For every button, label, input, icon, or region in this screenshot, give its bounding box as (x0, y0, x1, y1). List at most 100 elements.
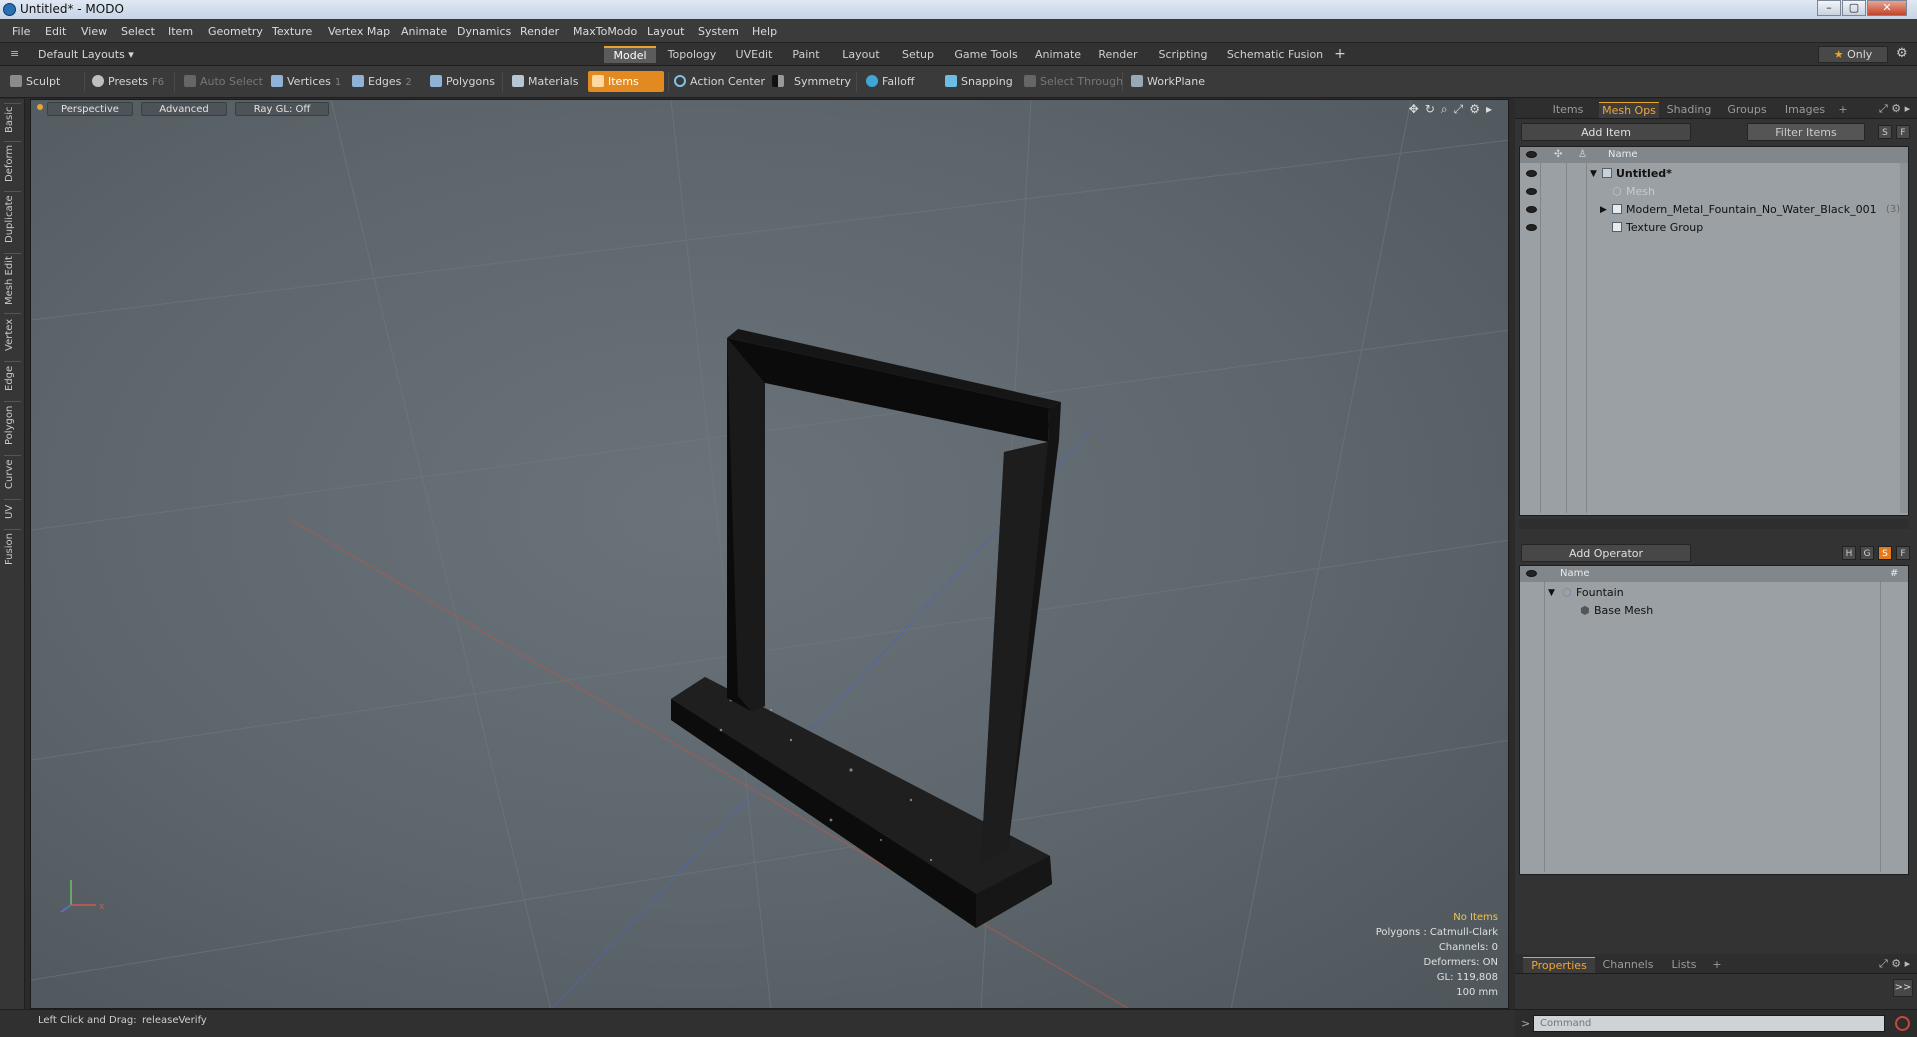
meshops-g-button[interactable]: G (1860, 546, 1874, 560)
tab-mesh-ops[interactable]: Mesh Ops (1599, 102, 1659, 118)
panel-options-icon[interactable]: ⤢ ⚙ ▸ (1879, 102, 1910, 116)
item-s-button[interactable]: S (1878, 125, 1892, 139)
fountain-mesh[interactable] (671, 329, 1061, 928)
vtab-curve[interactable]: Curve (4, 455, 21, 493)
meshops-row-fountain[interactable]: ▼ ⬡ Fountain (1520, 584, 1908, 602)
tab-channels[interactable]: Channels (1597, 957, 1659, 973)
vtab-uv[interactable]: UV (4, 499, 21, 523)
tab-items[interactable]: Items (1539, 102, 1597, 118)
add-tab-button[interactable]: + (1332, 46, 1348, 63)
vtab-duplicate[interactable]: Duplicate (4, 191, 21, 247)
meshops-h-button[interactable]: H (1842, 546, 1856, 560)
menu-edit[interactable]: Edit (45, 25, 66, 38)
select-through-button[interactable]: Select Through (1024, 71, 1123, 92)
menu-texture[interactable]: Texture (272, 25, 312, 38)
tab-animate[interactable]: Animate (1028, 46, 1088, 63)
item-f-button[interactable]: F (1896, 125, 1910, 139)
menu-file[interactable]: File (12, 25, 30, 38)
tab-images[interactable]: Images (1777, 102, 1833, 118)
vtab-vertex[interactable]: Vertex (4, 313, 21, 355)
vtab-basic[interactable]: Basic (4, 103, 21, 135)
polygons-button[interactable]: Polygons (430, 71, 495, 92)
tab-shading[interactable]: Shading (1661, 102, 1717, 118)
tab-scripting[interactable]: Scripting (1148, 46, 1218, 63)
maximize-button[interactable]: ▢ (1842, 0, 1866, 16)
properties-options-icon[interactable]: ⤢ ⚙ ▸ (1879, 957, 1910, 971)
menu-render[interactable]: Render (520, 25, 559, 38)
view-mode-dropdown[interactable]: Perspective (47, 102, 133, 116)
meshops-f-button[interactable]: F (1896, 546, 1910, 560)
menu-select[interactable]: Select (121, 25, 155, 38)
filter-items-input[interactable]: Filter Items (1747, 123, 1865, 141)
presets-button[interactable]: Presets F6 (92, 71, 164, 92)
menu-item[interactable]: Item (168, 25, 193, 38)
meshops-s-button[interactable]: S (1878, 546, 1892, 560)
add-item-dropdown[interactable]: Add Item (1521, 123, 1691, 141)
menu-maxtomodo[interactable]: MaxToModo (573, 25, 637, 38)
add-panel-tab-button[interactable]: + (1835, 102, 1851, 118)
viewport-menu-dot-icon[interactable] (37, 104, 43, 110)
expand-arrow-icon[interactable]: ▶ (1600, 201, 1607, 219)
tab-layout[interactable]: Layout (832, 46, 890, 63)
tab-model[interactable]: Model (604, 46, 656, 63)
falloff-button[interactable]: Falloff (866, 71, 914, 92)
visibility-eye-icon[interactable] (1526, 224, 1537, 231)
meshops-list[interactable]: Name # ▼ ⬡ Fountain ⬢ Base Mesh (1519, 565, 1909, 875)
close-button[interactable]: ✕ (1867, 0, 1907, 16)
tab-groups[interactable]: Groups (1719, 102, 1775, 118)
layout-menu-icon[interactable]: ≡ (10, 47, 19, 60)
menu-vertex-map[interactable]: Vertex Map (328, 25, 390, 38)
vtab-polygon[interactable]: Polygon (4, 401, 21, 449)
collapse-arrow-icon[interactable]: ▼ (1548, 584, 1555, 602)
item-list[interactable]: ✣ ♙ Name ▼ Untitled* ⬡ Mesh ▶ Modern_Met… (1519, 146, 1909, 516)
tree-row-texture-group[interactable]: Texture Group (1520, 219, 1908, 237)
tab-lists[interactable]: Lists (1661, 957, 1707, 973)
snapping-button[interactable]: Snapping (945, 71, 1013, 92)
vtab-edge[interactable]: Edge (4, 361, 21, 395)
command-input[interactable] (1533, 1015, 1885, 1032)
vtab-deform[interactable]: Deform (4, 141, 21, 185)
tab-uvedit[interactable]: UVEdit (728, 46, 780, 63)
vtab-mesh-edit[interactable]: Mesh Edit (4, 253, 21, 307)
gear-icon[interactable]: ⚙ (1896, 46, 1908, 61)
properties-expand-button[interactable]: >> (1893, 979, 1913, 997)
visibility-eye-icon[interactable] (1526, 188, 1537, 195)
item-list-scrollbar[interactable] (1900, 163, 1908, 513)
workplane-button[interactable]: WorkPlane (1131, 71, 1205, 92)
auto-select-button[interactable]: Auto Select (184, 71, 263, 92)
tree-row-scene[interactable]: ▼ Untitled* (1520, 165, 1908, 183)
tab-paint[interactable]: Paint (782, 46, 830, 63)
symmetry-button[interactable]: Symmetry (772, 71, 851, 92)
vertices-button[interactable]: Vertices 1 (271, 71, 341, 92)
menu-dynamics[interactable]: Dynamics (457, 25, 511, 38)
menu-help[interactable]: Help (752, 25, 777, 38)
menu-geometry[interactable]: Geometry (208, 25, 263, 38)
visibility-eye-icon[interactable] (1526, 206, 1537, 213)
layout-dropdown[interactable]: Default Layouts ▾ (38, 48, 134, 61)
edges-button[interactable]: Edges 2 (352, 71, 412, 92)
viewport-nav-icons[interactable]: ✥↻⌕⤢⚙▸ (1409, 102, 1498, 117)
3d-viewport[interactable]: x Perspective Advanced Ray GL: Off ✥↻⌕⤢⚙… (30, 99, 1509, 1009)
vtab-fusion[interactable]: Fusion (4, 529, 21, 569)
tab-schematic-fusion[interactable]: Schematic Fusion (1220, 46, 1330, 63)
tab-topology[interactable]: Topology (658, 46, 726, 63)
raygl-toggle[interactable]: Ray GL: Off (235, 102, 329, 116)
meshops-row-base-mesh[interactable]: ⬢ Base Mesh (1520, 602, 1908, 620)
visibility-eye-icon[interactable] (1526, 170, 1537, 177)
tab-game-tools[interactable]: Game Tools (946, 46, 1026, 63)
tree-row-mesh[interactable]: ⬡ Mesh (1520, 183, 1908, 201)
tab-properties[interactable]: Properties (1523, 957, 1595, 973)
materials-button[interactable]: Materials (512, 71, 578, 92)
menu-animate[interactable]: Animate (401, 25, 447, 38)
add-properties-tab-button[interactable]: + (1709, 957, 1725, 973)
only-toggle[interactable]: ★ Only (1818, 46, 1888, 63)
menu-layout[interactable]: Layout (647, 25, 684, 38)
panel-splitter[interactable] (1519, 519, 1909, 529)
sculpt-button[interactable]: Sculpt (10, 71, 60, 92)
minimize-button[interactable]: – (1817, 0, 1841, 16)
tab-setup[interactable]: Setup (892, 46, 944, 63)
add-operator-dropdown[interactable]: Add Operator (1521, 544, 1691, 562)
items-button[interactable]: Items (588, 71, 664, 92)
tree-row-fountain[interactable]: ▶ Modern_Metal_Fountain_No_Water_Black_0… (1520, 201, 1908, 219)
menu-view[interactable]: View (81, 25, 107, 38)
